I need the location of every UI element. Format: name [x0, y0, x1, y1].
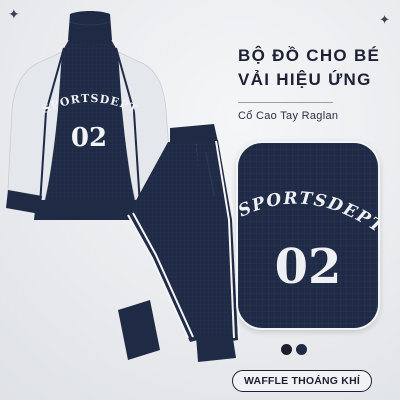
feature-badge: WAFFLE THOÁNG KHÍ: [232, 370, 372, 392]
headline-line2: VẢI HIỆU ỨNG: [238, 70, 372, 89]
swatch-navy[interactable]: [296, 344, 307, 355]
fabric-zoom-detail: SPORTSDEPT 02: [236, 141, 380, 330]
subtitle: Cổ Cao Tay Raglan: [238, 110, 339, 122]
headline: BỘ ĐỒ CHO BÉ VẢI HIỆU ỨNG: [238, 44, 388, 92]
chest-number: 02: [71, 123, 107, 153]
zoom-number: 02: [275, 239, 342, 295]
divider: [238, 102, 333, 103]
sparkle-icon: ✦: [379, 13, 390, 28]
headline-line1: BỘ ĐỒ CHO BÉ: [238, 46, 381, 65]
color-swatches: [281, 344, 307, 355]
zoom-graphic: SPORTSDEPT 02: [238, 143, 378, 328]
swatch-black[interactable]: [281, 344, 292, 355]
product-card: ✦ ✦ SPORTSDEPT 02 BỘ ĐỒ CHO BÉ VẢI HIỆU …: [0, 0, 400, 400]
garment-illustration: SPORTSDEPT 02: [6, 11, 240, 362]
